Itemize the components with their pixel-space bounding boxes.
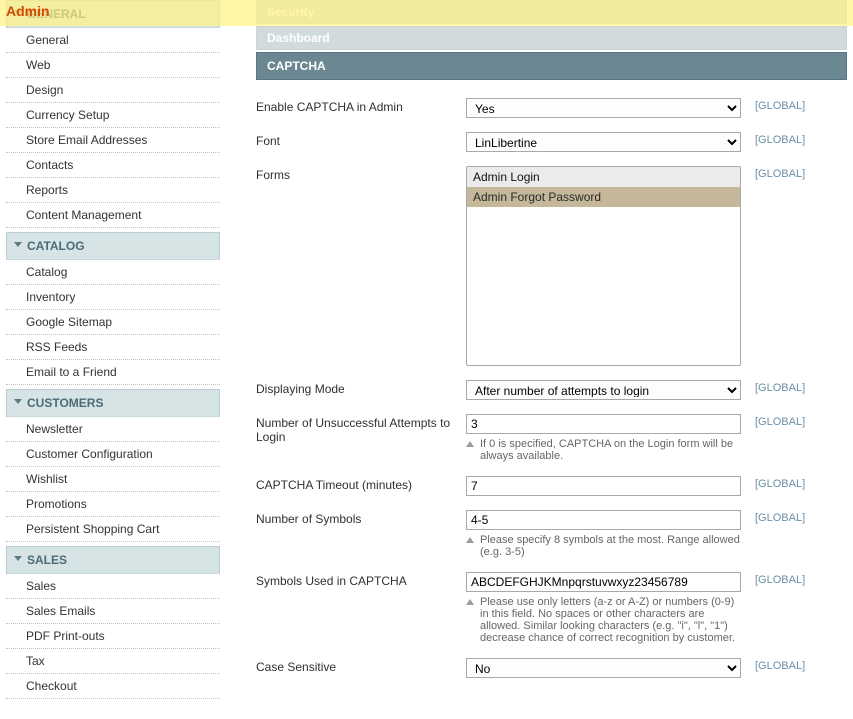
- hint-icon: [466, 537, 474, 543]
- sidebar-item-store-email-addresses[interactable]: Store Email Addresses: [6, 128, 220, 153]
- sidebar-item-pdf-print-outs[interactable]: PDF Print-outs: [6, 624, 220, 649]
- font-select[interactable]: LinLibertine: [466, 132, 741, 152]
- displaying-mode-select[interactable]: AlwaysAfter number of attempts to login: [466, 380, 741, 400]
- sidebar-group-customers[interactable]: CUSTOMERS: [6, 389, 220, 417]
- chevron-down-icon: [14, 556, 22, 561]
- config-sidebar: GENERAL GeneralWebDesignCurrency SetupSto…: [0, 0, 226, 711]
- sidebar-group-general[interactable]: GENERAL: [6, 0, 220, 28]
- section-dashboard[interactable]: Dashboard: [256, 26, 847, 50]
- scope-label: [GLOBAL]: [741, 98, 813, 112]
- timeout-label: CAPTCHA Timeout (minutes): [256, 476, 466, 492]
- sidebar-item-wishlist[interactable]: Wishlist: [6, 467, 220, 492]
- attempts-input[interactable]: [466, 414, 741, 434]
- scope-label: [GLOBAL]: [741, 166, 813, 180]
- forms-multiselect[interactable]: Admin LoginAdmin Forgot Password: [466, 166, 741, 366]
- case-sensitive-label: Case Sensitive: [256, 658, 466, 674]
- case-sensitive-select[interactable]: YesNo: [466, 658, 741, 678]
- sidebar-item-currency-setup[interactable]: Currency Setup: [6, 103, 220, 128]
- symbols-used-hint: Please use only letters (a-z or A-Z) or …: [480, 596, 741, 644]
- section-captcha[interactable]: CAPTCHA: [256, 52, 847, 80]
- scope-label: [GLOBAL]: [741, 414, 813, 428]
- sidebar-group-title: CUSTOMERS: [27, 396, 103, 410]
- chevron-down-icon: [14, 242, 22, 247]
- sidebar-item-checkout[interactable]: Checkout: [6, 674, 220, 699]
- sidebar-group-title: GENERAL: [27, 7, 86, 21]
- sidebar-group-title: CATALOG: [27, 239, 85, 253]
- section-security[interactable]: Security: [256, 0, 847, 24]
- config-main: Security Dashboard CAPTCHA Enable CAPTCH…: [226, 0, 853, 712]
- scope-label: [GLOBAL]: [741, 572, 813, 586]
- sidebar-item-sales[interactable]: Sales: [6, 574, 220, 599]
- sidebar-group-catalog[interactable]: CATALOG: [6, 232, 220, 260]
- hint-icon: [466, 441, 474, 447]
- sidebar-group-sales[interactable]: SALES: [6, 546, 220, 574]
- sidebar-item-newsletter[interactable]: Newsletter: [6, 417, 220, 442]
- chevron-down-icon: [14, 10, 22, 15]
- sidebar-item-sales-emails[interactable]: Sales Emails: [6, 599, 220, 624]
- num-symbols-hint: Please specify 8 symbols at the most. Ra…: [480, 534, 741, 558]
- scope-label: [GLOBAL]: [741, 658, 813, 672]
- sidebar-item-google-sitemap[interactable]: Google Sitemap: [6, 310, 220, 335]
- chevron-down-icon: [14, 399, 22, 404]
- sidebar-item-content-management[interactable]: Content Management: [6, 203, 220, 228]
- scope-label: [GLOBAL]: [741, 476, 813, 490]
- sidebar-item-web[interactable]: Web: [6, 53, 220, 78]
- sidebar-group-title: SALES: [27, 553, 67, 567]
- displaying-mode-label: Displaying Mode: [256, 380, 466, 396]
- sidebar-item-email-to-a-friend[interactable]: Email to a Friend: [6, 360, 220, 385]
- enable-captcha-select[interactable]: YesNo: [466, 98, 741, 118]
- sidebar-item-persistent-shopping-cart[interactable]: Persistent Shopping Cart: [6, 517, 220, 542]
- symbols-used-label: Symbols Used in CAPTCHA: [256, 572, 466, 588]
- sidebar-item-promotions[interactable]: Promotions: [6, 492, 220, 517]
- timeout-input[interactable]: [466, 476, 741, 496]
- sidebar-item-customer-configuration[interactable]: Customer Configuration: [6, 442, 220, 467]
- scope-label: [GLOBAL]: [741, 132, 813, 146]
- num-symbols-label: Number of Symbols: [256, 510, 466, 526]
- hint-icon: [466, 599, 474, 605]
- sidebar-item-general[interactable]: General: [6, 28, 220, 53]
- scope-label: [GLOBAL]: [741, 510, 813, 524]
- forms-label: Forms: [256, 166, 466, 182]
- font-label: Font: [256, 132, 466, 148]
- attempts-hint: If 0 is specified, CAPTCHA on the Login …: [480, 438, 741, 462]
- symbols-used-input[interactable]: [466, 572, 741, 592]
- sidebar-item-tax[interactable]: Tax: [6, 649, 220, 674]
- sidebar-item-contacts[interactable]: Contacts: [6, 153, 220, 178]
- sidebar-item-inventory[interactable]: Inventory: [6, 285, 220, 310]
- num-symbols-input[interactable]: [466, 510, 741, 530]
- enable-captcha-label: Enable CAPTCHA in Admin: [256, 98, 466, 114]
- attempts-label: Number of Unsuccessful Attempts to Login: [256, 414, 466, 444]
- sidebar-item-rss-feeds[interactable]: RSS Feeds: [6, 335, 220, 360]
- sidebar-item-design[interactable]: Design: [6, 78, 220, 103]
- scope-label: [GLOBAL]: [741, 380, 813, 394]
- sidebar-item-reports[interactable]: Reports: [6, 178, 220, 203]
- sidebar-item-catalog[interactable]: Catalog: [6, 260, 220, 285]
